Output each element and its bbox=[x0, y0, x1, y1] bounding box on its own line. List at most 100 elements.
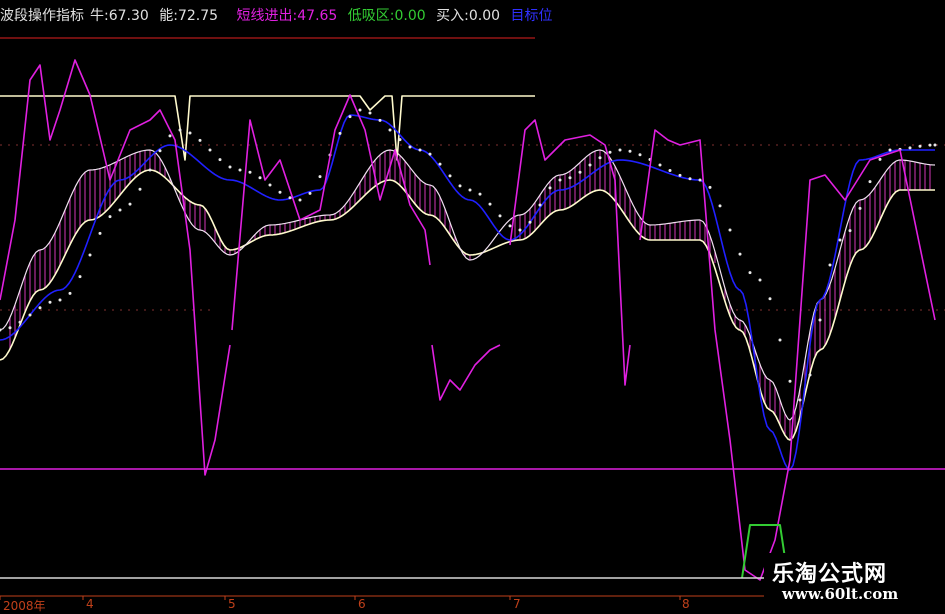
watermark-title: 乐淘公式网 bbox=[772, 562, 888, 587]
short-value: 47.65 bbox=[297, 8, 338, 24]
top-band-line bbox=[0, 95, 535, 161]
dotted-point bbox=[178, 128, 182, 132]
indicator-chart[interactable] bbox=[0, 0, 945, 609]
niu-label: 牛: bbox=[90, 8, 109, 24]
dotted-point bbox=[758, 278, 762, 282]
dotted-point bbox=[428, 152, 432, 156]
dotted-point bbox=[288, 196, 292, 200]
short-label: 短线进出: bbox=[236, 8, 298, 24]
dotted-point bbox=[818, 318, 822, 322]
buy-label: 买入: bbox=[436, 8, 469, 24]
dotted-point bbox=[588, 163, 592, 167]
dotted-point bbox=[688, 177, 692, 181]
dotted-point bbox=[798, 398, 802, 402]
x-tick-year: 2008年 bbox=[3, 599, 46, 613]
dotted-point bbox=[848, 229, 852, 233]
dotted-point bbox=[258, 176, 262, 180]
watermark-url: www.60lt.com bbox=[782, 585, 899, 603]
dotted-point bbox=[368, 111, 372, 115]
chart-window: 波段操作指标 牛:67.30 能:72.75 短线进出:47.65 低吸区:0.0… bbox=[0, 0, 945, 613]
dotted-point bbox=[788, 379, 792, 383]
dotted-point bbox=[728, 228, 732, 232]
dotted-point bbox=[278, 190, 282, 194]
target-label: 目标位 bbox=[510, 8, 553, 24]
dotted-point bbox=[58, 298, 62, 302]
dotted-point bbox=[598, 156, 602, 160]
dotted-point bbox=[508, 224, 512, 228]
dotted-point bbox=[568, 176, 572, 180]
dotted-point bbox=[888, 148, 892, 152]
dotted-point bbox=[148, 168, 152, 172]
dotted-point bbox=[168, 134, 172, 138]
dotted-point bbox=[88, 253, 92, 257]
dotted-point bbox=[838, 238, 842, 242]
dotted-point bbox=[218, 158, 222, 162]
dotted-point bbox=[578, 170, 582, 174]
low-label: 低吸区: bbox=[347, 8, 395, 24]
dotted-point bbox=[768, 297, 772, 301]
dotted-point bbox=[268, 183, 272, 187]
dotted-point bbox=[608, 150, 612, 154]
dotted-point bbox=[933, 143, 937, 147]
dotted-point bbox=[478, 192, 482, 196]
dotted-point bbox=[128, 202, 132, 206]
dotted-point bbox=[658, 163, 662, 167]
watermark: 乐淘公式网 www.60lt.com bbox=[764, 553, 945, 609]
dotted-point bbox=[548, 186, 552, 190]
indicator-title: 波段操作指标 bbox=[0, 8, 84, 24]
dotted-point bbox=[438, 162, 442, 166]
dotted-point bbox=[228, 165, 232, 169]
chart-gap-mask bbox=[210, 263, 722, 493]
indicator-header: 波段操作指标 牛:67.30 能:72.75 短线进出:47.65 低吸区:0.0… bbox=[0, 5, 558, 27]
dotted-point bbox=[358, 108, 362, 112]
dotted-point bbox=[378, 118, 382, 122]
dotted-point bbox=[468, 188, 472, 192]
niu-value: 67.30 bbox=[108, 8, 149, 24]
dotted-point bbox=[398, 138, 402, 142]
dotted-point bbox=[928, 143, 932, 147]
dotted-point bbox=[8, 326, 12, 330]
dotted-point bbox=[348, 115, 352, 119]
dotted-point bbox=[78, 275, 82, 279]
dotted-point bbox=[718, 204, 722, 208]
dotted-point bbox=[448, 174, 452, 178]
dotted-point bbox=[388, 128, 392, 132]
dotted-point bbox=[18, 320, 22, 324]
dotted-point bbox=[338, 131, 342, 135]
dotted-point bbox=[528, 220, 532, 224]
dotted-point bbox=[108, 215, 112, 219]
dotted-point bbox=[158, 149, 162, 153]
dotted-point bbox=[98, 231, 102, 235]
dotted-point bbox=[28, 313, 32, 317]
dotted-point bbox=[518, 228, 522, 232]
dotted-point bbox=[118, 208, 122, 212]
dotted-point bbox=[878, 157, 882, 161]
dotted-point bbox=[908, 146, 912, 150]
dotted-point bbox=[778, 338, 782, 342]
neng-value: 72.75 bbox=[177, 8, 219, 24]
dotted-point bbox=[308, 191, 312, 195]
dotted-point bbox=[298, 198, 302, 202]
dotted-point bbox=[738, 252, 742, 256]
dotted-point bbox=[318, 175, 322, 179]
dotted-point bbox=[198, 138, 202, 142]
dotted-point bbox=[488, 202, 492, 206]
dotted-point bbox=[698, 178, 702, 182]
dotted-point bbox=[558, 178, 562, 182]
dotted-point bbox=[708, 185, 712, 189]
dotted-point bbox=[828, 263, 832, 267]
dotted-point bbox=[668, 169, 672, 173]
dotted-point bbox=[918, 144, 922, 148]
dotted-point bbox=[748, 271, 752, 275]
dotted-point bbox=[458, 184, 462, 188]
dotted-point bbox=[208, 148, 212, 152]
buy-value: 0.00 bbox=[468, 8, 501, 24]
dotted-point bbox=[628, 149, 632, 153]
dotted-point bbox=[138, 187, 142, 191]
dotted-point bbox=[48, 300, 52, 304]
dotted-point bbox=[858, 206, 862, 210]
dotted-point bbox=[238, 168, 242, 172]
dotted-point bbox=[408, 145, 412, 149]
dotted-point bbox=[538, 203, 542, 207]
low-value: 0.00 bbox=[394, 8, 426, 24]
